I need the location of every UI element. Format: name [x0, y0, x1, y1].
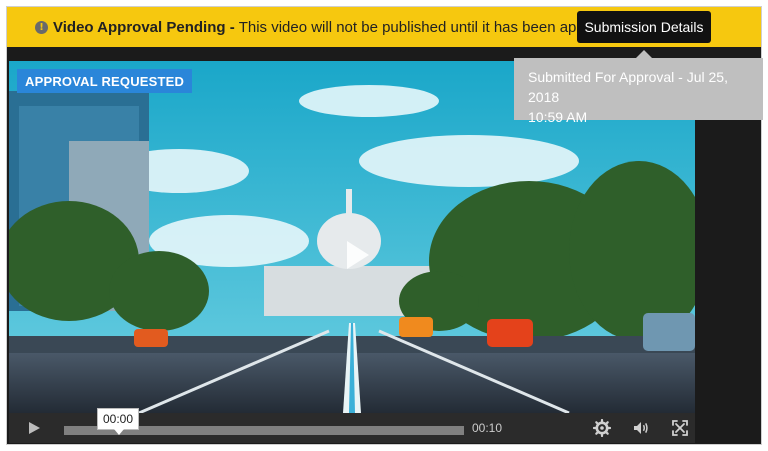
gear-icon[interactable]	[592, 418, 612, 438]
video-approval-panel: ! Video Approval Pending - This video wi…	[6, 6, 763, 445]
tooltip-submitted-time: 10:59 AM	[528, 109, 588, 125]
submission-tooltip: Submitted For Approval - Jul 25, 2018 10…	[514, 50, 763, 125]
banner-message: This video will not be published until i…	[238, 18, 627, 36]
volume-icon[interactable]	[632, 419, 650, 437]
approval-requested-badge: APPROVAL REQUESTED	[17, 69, 193, 93]
player-controls-bar: 00:00 00:10	[9, 408, 695, 443]
banner-title: Video Approval Pending -	[53, 18, 235, 36]
current-time-tooltip: 00:00	[97, 408, 139, 435]
fullscreen-icon[interactable]	[671, 419, 689, 437]
submission-details-button[interactable]: Submission Details	[577, 11, 711, 43]
progress-bar[interactable]: 00:00	[64, 408, 464, 435]
duration-label: 00:10	[472, 421, 503, 435]
play-circle-icon[interactable]	[335, 235, 375, 275]
info-circle-icon: !	[35, 20, 48, 34]
play-icon[interactable]	[27, 421, 41, 435]
tooltip-submitted-date: Submitted For Approval - Jul 25, 2018	[528, 69, 728, 105]
